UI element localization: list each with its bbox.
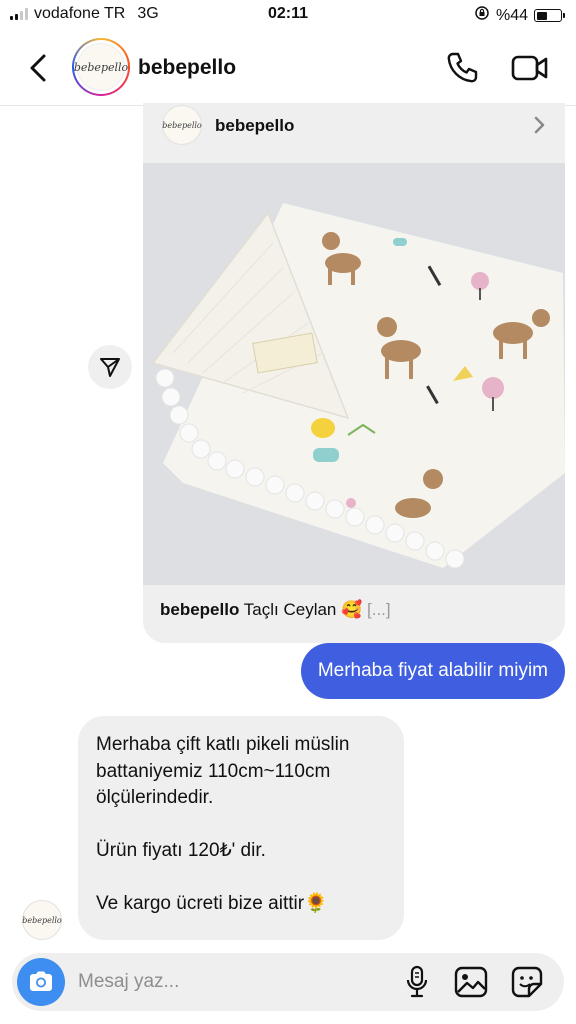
post-avatar[interactable]: bebepello (162, 105, 202, 145)
phone-icon (447, 52, 478, 83)
microphone-icon (406, 965, 428, 998)
battery-percentage: %44 (495, 6, 528, 24)
incoming-message-bubble[interactable]: Merhaba çift katlı pikeli müslin battani… (78, 716, 404, 940)
status-bar: vodafone TR 3G 02:11 %44 (0, 0, 576, 30)
back-button[interactable] (22, 50, 54, 86)
orientation-lock-icon (474, 5, 490, 26)
baby-blanket-photo (143, 163, 565, 585)
chevron-right-icon (534, 116, 545, 134)
post-username[interactable]: bebepello (215, 116, 294, 136)
image-gallery-icon (454, 966, 488, 998)
message-line: Ürün fiyatı 120₺' dir. (96, 840, 266, 861)
voice-message-button[interactable] (404, 965, 430, 999)
gallery-button[interactable] (453, 965, 489, 999)
message-line: Merhaba çift katlı pikeli müslin (96, 734, 350, 755)
video-camera-icon (511, 55, 548, 81)
camera-button[interactable] (17, 958, 65, 1006)
post-image[interactable] (143, 163, 565, 585)
message-line: Ve kargo ücreti bize aittir🌻 (96, 893, 328, 914)
video-call-button[interactable] (510, 50, 550, 86)
message-input[interactable] (78, 963, 378, 1001)
outgoing-message-bubble[interactable]: Merhaba fiyat alabilir miyim (300, 643, 565, 699)
avatar-logo-text: bebepello (74, 43, 128, 91)
paper-plane-icon (100, 358, 120, 377)
sticker-button[interactable] (509, 965, 545, 999)
caption-more[interactable]: [...] (367, 600, 391, 619)
share-post-button[interactable] (88, 345, 132, 389)
camera-icon (30, 971, 52, 991)
voice-call-button[interactable] (444, 50, 480, 86)
caption-username: bebepello (160, 600, 240, 619)
chat-username[interactable]: bebepello (138, 56, 236, 80)
battery-icon (534, 9, 565, 22)
chevron-left-icon (30, 54, 46, 82)
shared-post-header[interactable]: bebepello bebepello (143, 103, 565, 163)
chat-header: bebepello bebepello (0, 30, 576, 106)
profile-avatar[interactable]: bebepello (72, 38, 130, 96)
post-caption: bebepello Taçlı Ceylan 🥰 [...] (160, 600, 391, 620)
shared-post-card[interactable]: bebepello bebepello bebepello Taçlı Ceyl… (143, 103, 565, 643)
message-composer (12, 953, 564, 1011)
sticker-icon (511, 966, 543, 998)
message-line: battaniyemiz 110cm~110cm (96, 760, 331, 782)
sender-avatar[interactable]: bebepello (22, 900, 62, 940)
message-line: ölçülerindedir. (96, 787, 214, 808)
caption-text: Taçlı Ceylan 🥰 (243, 600, 363, 619)
